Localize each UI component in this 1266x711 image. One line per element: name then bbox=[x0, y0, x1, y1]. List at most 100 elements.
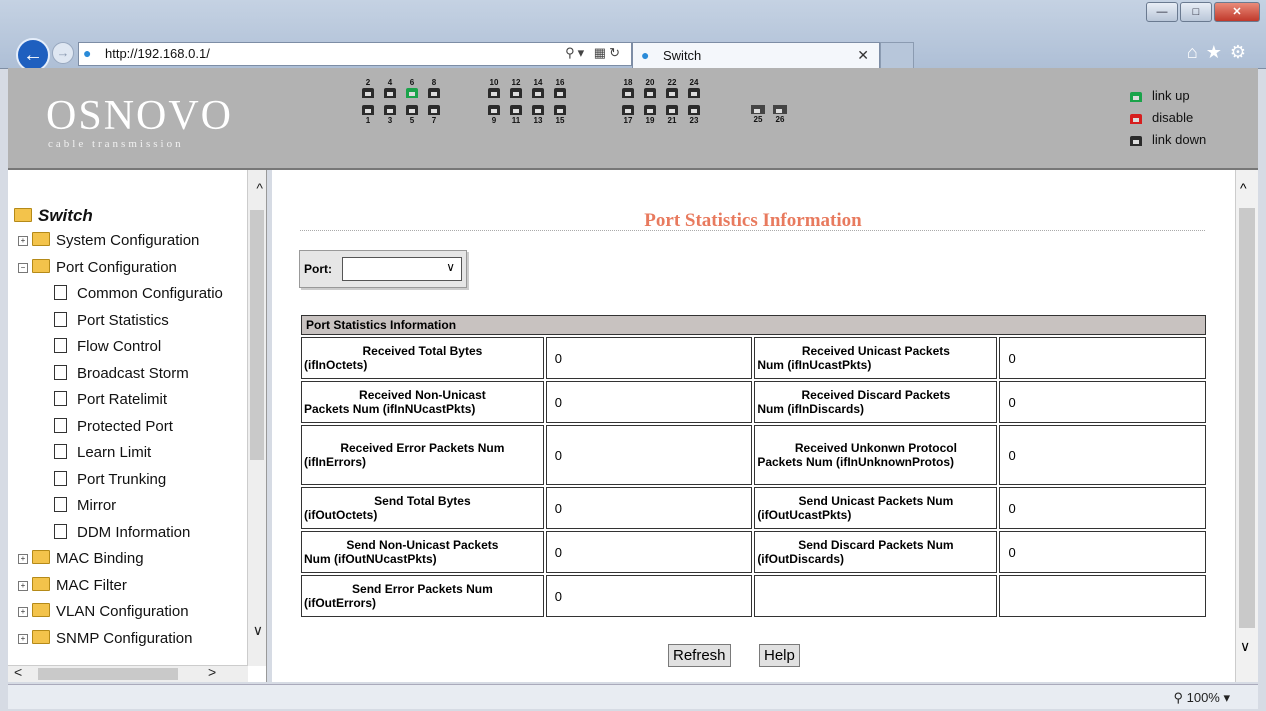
back-icon[interactable]: ← bbox=[16, 38, 50, 72]
address-bar[interactable]: ● http://192.168.0.1/ ⚲▾ ▦↻ bbox=[78, 42, 632, 66]
scroll-down-icon[interactable]: ∨ bbox=[253, 622, 263, 639]
sidebar-item-port-statistics[interactable]: Port Statistics bbox=[54, 311, 169, 329]
stat-label-part: Received Error Packets Num bbox=[340, 441, 505, 455]
expand-icon[interactable]: + bbox=[18, 554, 28, 564]
sidebar-item-flow-control[interactable]: Flow Control bbox=[54, 338, 161, 355]
sidebar-item-port-configuration[interactable]: − Port Configuration bbox=[18, 258, 177, 276]
port-1[interactable]: 1 bbox=[360, 104, 376, 125]
port-13[interactable]: 13 bbox=[530, 104, 546, 125]
sidebar-item-learn-limit[interactable]: Learn Limit bbox=[54, 444, 151, 461]
stat-label-part: Num (ifInUcastPkts) bbox=[757, 358, 872, 372]
sidebar-item-protected-port[interactable]: Protected Port bbox=[54, 417, 173, 435]
tab-switch[interactable]: ● Switch ✕ bbox=[632, 42, 880, 69]
sidebar-item-vlan-configuration[interactable]: + VLAN Configuration bbox=[18, 603, 189, 620]
collapse-icon[interactable]: − bbox=[18, 262, 28, 273]
sidebar-hscroll-thumb[interactable] bbox=[38, 668, 178, 680]
sidebar-item-ddm-information[interactable]: DDM Information bbox=[54, 523, 190, 541]
port-15[interactable]: 15 bbox=[552, 104, 568, 125]
scroll-right-icon[interactable]: > bbox=[208, 664, 216, 680]
port-6[interactable]: 6 bbox=[404, 78, 420, 99]
port-7[interactable]: 7 bbox=[426, 104, 442, 125]
help-button[interactable]: Help bbox=[758, 644, 800, 667]
port-3[interactable]: 3 bbox=[382, 104, 398, 125]
url-text[interactable]: http://192.168.0.1/ bbox=[105, 46, 210, 61]
scroll-left-icon[interactable]: < bbox=[14, 664, 22, 680]
sidebar-item-common-configuratio[interactable]: Common Configuratio bbox=[54, 285, 223, 302]
port-9[interactable]: 9 bbox=[486, 104, 502, 125]
port-2[interactable]: 2 bbox=[360, 78, 376, 99]
port-icon bbox=[488, 88, 500, 98]
sidebar-item-port-trunking[interactable]: Port Trunking bbox=[54, 470, 166, 488]
port-number-label: 10 bbox=[489, 78, 499, 87]
port-number-label: 9 bbox=[491, 116, 497, 125]
port-20[interactable]: 20 bbox=[642, 78, 658, 99]
port-5[interactable]: 5 bbox=[404, 104, 420, 125]
sidebar-item-mac-binding[interactable]: + MAC Binding bbox=[18, 550, 144, 567]
sidebar-item-mirror[interactable]: Mirror bbox=[54, 497, 116, 514]
port-22[interactable]: 22 bbox=[664, 78, 680, 99]
legend-disable: disable bbox=[1130, 110, 1193, 125]
expand-icon[interactable]: + bbox=[18, 580, 28, 591]
window-controls: — □ ✕ bbox=[1144, 2, 1260, 22]
scroll-down-icon[interactable]: ∨ bbox=[1240, 638, 1250, 655]
minimize-button[interactable]: — bbox=[1146, 2, 1178, 22]
sidebar-scroll-thumb[interactable] bbox=[250, 210, 264, 460]
port-18[interactable]: 18 bbox=[620, 78, 636, 99]
sidebar-vertical-scrollbar[interactable]: ^ ∨ bbox=[247, 170, 266, 666]
maximize-button[interactable]: □ bbox=[1180, 2, 1212, 22]
port-number-label: 12 bbox=[511, 78, 521, 87]
refresh-icon[interactable]: ↻ bbox=[609, 45, 623, 60]
sidebar-horizontal-scrollbar[interactable]: < > bbox=[8, 664, 248, 682]
port-select[interactable]: ∨ bbox=[342, 257, 462, 281]
scroll-up-icon[interactable]: ^ bbox=[256, 180, 263, 196]
sidebar-item-mac-filter[interactable]: + MAC Filter bbox=[18, 576, 127, 594]
sfp-port-26[interactable]: 26 bbox=[772, 104, 788, 124]
port-23[interactable]: 23 bbox=[686, 104, 702, 125]
port-21[interactable]: 21 bbox=[664, 104, 680, 125]
nav-root[interactable]: Switch bbox=[14, 206, 93, 226]
search-icon[interactable]: ⚲ bbox=[565, 45, 578, 60]
close-button[interactable]: ✕ bbox=[1214, 2, 1260, 22]
expand-icon[interactable]: + bbox=[18, 607, 28, 617]
home-icon[interactable]: ⌂ bbox=[1187, 42, 1206, 62]
port-12[interactable]: 12 bbox=[508, 78, 524, 99]
stat-value: 0 bbox=[554, 544, 563, 560]
port-number-label: 11 bbox=[511, 116, 521, 125]
close-tab-icon[interactable]: ✕ bbox=[857, 47, 869, 64]
new-tab-button[interactable] bbox=[880, 42, 914, 69]
main-vertical-scrollbar[interactable]: ^ ∨ bbox=[1235, 170, 1258, 682]
compat-icon[interactable]: ▦ bbox=[594, 45, 609, 60]
refresh-button[interactable]: Refresh bbox=[668, 644, 731, 667]
sidebar-item-snmp-configuration[interactable]: + SNMP Configuration bbox=[18, 629, 192, 647]
port-icon bbox=[384, 105, 396, 115]
settings-icon[interactable]: ⚙ bbox=[1230, 42, 1254, 62]
forward-icon[interactable]: → bbox=[52, 42, 74, 64]
sidebar-item-label: Protected Port bbox=[77, 417, 173, 435]
stat-label-part: Received Discard Packets bbox=[801, 388, 951, 402]
port-8[interactable]: 8 bbox=[426, 78, 442, 99]
port-24[interactable]: 24 bbox=[686, 78, 702, 99]
favorites-icon[interactable]: ★ bbox=[1206, 42, 1230, 62]
title-divider bbox=[300, 230, 1205, 231]
expand-icon[interactable]: + bbox=[18, 633, 28, 644]
scroll-up-icon[interactable]: ^ bbox=[1240, 180, 1247, 196]
table-row: Received Total Bytes (ifInOctets) 0 Receive… bbox=[301, 337, 1206, 379]
zoom-level[interactable]: ⚲ 100% ▾ bbox=[1173, 690, 1230, 706]
stat-value: 0 bbox=[554, 588, 563, 604]
port-11[interactable]: 11 bbox=[508, 104, 524, 125]
port-16[interactable]: 16 bbox=[552, 78, 568, 99]
sfp-port-25[interactable]: 25 bbox=[750, 104, 766, 124]
expand-icon[interactable]: + bbox=[18, 236, 28, 246]
port-4[interactable]: 4 bbox=[382, 78, 398, 99]
address-tools: ⚲▾ ▦↻ bbox=[565, 45, 623, 60]
port-17[interactable]: 17 bbox=[620, 104, 636, 125]
sidebar-item-system-configuration[interactable]: + System Configuration bbox=[18, 232, 199, 249]
sidebar-item-broadcast-storm[interactable]: Broadcast Storm bbox=[54, 364, 189, 382]
stat-label-part: Send Discard Packets Num bbox=[798, 538, 954, 552]
port-10[interactable]: 10 bbox=[486, 78, 502, 99]
main-scroll-thumb[interactable] bbox=[1239, 208, 1255, 628]
port-14[interactable]: 14 bbox=[530, 78, 546, 99]
port-icon bbox=[362, 88, 374, 98]
sidebar-item-port-ratelimit[interactable]: Port Ratelimit bbox=[54, 391, 167, 408]
port-19[interactable]: 19 bbox=[642, 104, 658, 125]
